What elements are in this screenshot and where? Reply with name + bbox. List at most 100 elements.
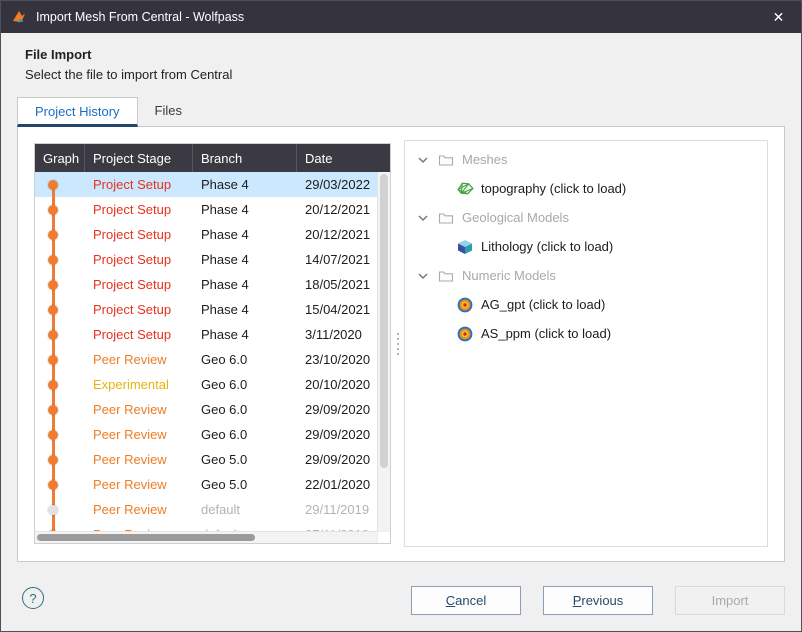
commit-dot-icon bbox=[48, 480, 58, 490]
history-table: GraphProject StageBranchDate Project Set… bbox=[34, 143, 391, 544]
date-cell: 18/05/2021 bbox=[297, 277, 377, 292]
tree-item-label: AS_ppm (click to load) bbox=[481, 326, 611, 341]
graph-cell bbox=[35, 397, 85, 422]
date-cell: 29/09/2020 bbox=[297, 427, 377, 442]
table-row[interactable]: Project SetupPhase 414/07/2021 bbox=[35, 247, 377, 272]
history-table-area: GraphProject StageBranchDate Project Set… bbox=[34, 143, 391, 561]
table-row[interactable]: Peer ReviewGeo 5.029/09/2020 bbox=[35, 447, 377, 472]
tree-item-label: topography (click to load) bbox=[481, 181, 626, 196]
tree-group-geological-models[interactable]: Geological Models bbox=[405, 203, 767, 232]
commit-dot-icon bbox=[48, 505, 58, 515]
date-cell: 22/01/2020 bbox=[297, 477, 377, 492]
table-row[interactable]: Peer ReviewGeo 6.029/09/2020 bbox=[35, 397, 377, 422]
close-icon[interactable]: ✕ bbox=[756, 1, 801, 33]
date-cell: 29/09/2020 bbox=[297, 402, 377, 417]
tree-group-numeric-models[interactable]: Numeric Models bbox=[405, 261, 767, 290]
table-row[interactable]: Project SetupPhase 43/11/2020 bbox=[35, 322, 377, 347]
date-cell: 20/12/2021 bbox=[297, 202, 377, 217]
vertical-scrollbar-thumb[interactable] bbox=[380, 174, 388, 468]
tab-files[interactable]: Files bbox=[138, 97, 199, 126]
tree-item-ag-gpt[interactable]: AG_gpt (click to load) bbox=[405, 290, 767, 319]
horizontal-scrollbar[interactable] bbox=[35, 531, 377, 543]
branch-cell: Phase 4 bbox=[193, 177, 297, 192]
tree-item-topography[interactable]: topography (click to load) bbox=[405, 174, 767, 203]
branch-cell: Geo 6.0 bbox=[193, 402, 297, 417]
graph-cell bbox=[35, 322, 85, 347]
table-row[interactable]: Peer Reviewdefault27/11/2019 bbox=[35, 522, 377, 531]
tree: Meshes topography (click to load) Geologic… bbox=[404, 140, 768, 547]
tab-project-history[interactable]: Project History bbox=[17, 97, 138, 127]
date-cell: 29/11/2019 bbox=[297, 502, 377, 517]
import-button[interactable]: Import bbox=[675, 586, 785, 615]
branch-cell: Geo 5.0 bbox=[193, 477, 297, 492]
graph-cell bbox=[35, 222, 85, 247]
table-row[interactable]: Peer ReviewGeo 6.029/09/2020 bbox=[35, 422, 377, 447]
panel-splitter-handle[interactable] bbox=[391, 127, 404, 561]
branch-cell: Phase 4 bbox=[193, 252, 297, 267]
table-row[interactable]: Project SetupPhase 418/05/2021 bbox=[35, 272, 377, 297]
date-cell: 15/04/2021 bbox=[297, 302, 377, 317]
help-button[interactable]: ? bbox=[22, 587, 44, 609]
horizontal-scrollbar-thumb[interactable] bbox=[37, 534, 255, 541]
tree-item-label: AG_gpt (click to load) bbox=[481, 297, 605, 312]
column-header-branch[interactable]: Branch bbox=[193, 144, 297, 172]
page-header: File Import Select the file to import fr… bbox=[1, 33, 801, 97]
branch-cell: Geo 6.0 bbox=[193, 377, 297, 392]
vertical-scrollbar[interactable] bbox=[377, 172, 390, 531]
date-cell: 20/12/2021 bbox=[297, 227, 377, 242]
graph-cell bbox=[35, 272, 85, 297]
commit-dot-icon bbox=[48, 180, 58, 190]
commit-dot-icon bbox=[48, 330, 58, 340]
page-title: File Import bbox=[25, 47, 777, 62]
graph-cell bbox=[35, 297, 85, 322]
table-row[interactable]: Project SetupPhase 429/03/2022 bbox=[35, 172, 377, 197]
graph-cell bbox=[35, 197, 85, 222]
commit-dot-icon bbox=[48, 205, 58, 215]
branch-cell: Phase 4 bbox=[193, 277, 297, 292]
previous-button[interactable]: Previous bbox=[543, 586, 653, 615]
stage-cell: Project Setup bbox=[85, 327, 193, 342]
stage-cell: Project Setup bbox=[85, 177, 193, 192]
branch-cell: default bbox=[193, 502, 297, 517]
app-logo-icon bbox=[11, 9, 27, 25]
stage-cell: Project Setup bbox=[85, 277, 193, 292]
table-row[interactable]: Project SetupPhase 415/04/2021 bbox=[35, 297, 377, 322]
tree-item-as-ppm[interactable]: AS_ppm (click to load) bbox=[405, 319, 767, 348]
branch-cell: Phase 4 bbox=[193, 227, 297, 242]
table-row[interactable]: Project SetupPhase 420/12/2021 bbox=[35, 197, 377, 222]
titlebar: Import Mesh From Central - Wolfpass ✕ bbox=[1, 1, 801, 33]
main-panel: GraphProject StageBranchDate Project Set… bbox=[17, 126, 785, 562]
tree-group-meshes[interactable]: Meshes bbox=[405, 145, 767, 174]
tree-item-lithology[interactable]: Lithology (click to load) bbox=[405, 232, 767, 261]
column-header-project-stage[interactable]: Project Stage bbox=[85, 144, 193, 172]
table-row[interactable]: Peer Reviewdefault29/11/2019 bbox=[35, 497, 377, 522]
stage-cell: Project Setup bbox=[85, 202, 193, 217]
table-header: GraphProject StageBranchDate bbox=[35, 144, 390, 172]
date-cell: 29/03/2022 bbox=[297, 177, 377, 192]
column-header-date[interactable]: Date bbox=[297, 144, 390, 172]
table-row[interactable]: Peer ReviewGeo 6.023/10/2020 bbox=[35, 347, 377, 372]
tree-group-label: Meshes bbox=[462, 152, 508, 167]
cube-icon bbox=[456, 238, 474, 256]
table-row[interactable]: Peer ReviewGeo 5.022/01/2020 bbox=[35, 472, 377, 497]
stage-cell: Peer Review bbox=[85, 452, 193, 467]
commit-dot-icon bbox=[48, 380, 58, 390]
page-subtitle: Select the file to import from Central bbox=[25, 67, 777, 82]
table-main: Project SetupPhase 429/03/2022Project Se… bbox=[35, 172, 390, 531]
graph-cell bbox=[35, 247, 85, 272]
table-row[interactable]: ExperimentalGeo 6.020/10/2020 bbox=[35, 372, 377, 397]
graph-cell bbox=[35, 447, 85, 472]
branch-cell: Geo 6.0 bbox=[193, 352, 297, 367]
column-header-graph[interactable]: Graph bbox=[35, 144, 85, 172]
stage-cell: Project Setup bbox=[85, 252, 193, 267]
table-row[interactable]: Project SetupPhase 420/12/2021 bbox=[35, 222, 377, 247]
stage-cell: Project Setup bbox=[85, 302, 193, 317]
branch-cell: Phase 4 bbox=[193, 327, 297, 342]
scrollbar-row bbox=[35, 531, 390, 543]
tab-bar: Project HistoryFiles bbox=[1, 97, 801, 126]
stage-cell: Peer Review bbox=[85, 477, 193, 492]
commit-dot-icon bbox=[48, 305, 58, 315]
cancel-button[interactable]: Cancel bbox=[411, 586, 521, 615]
commit-dot-icon bbox=[48, 405, 58, 415]
commit-dot-icon bbox=[48, 255, 58, 265]
